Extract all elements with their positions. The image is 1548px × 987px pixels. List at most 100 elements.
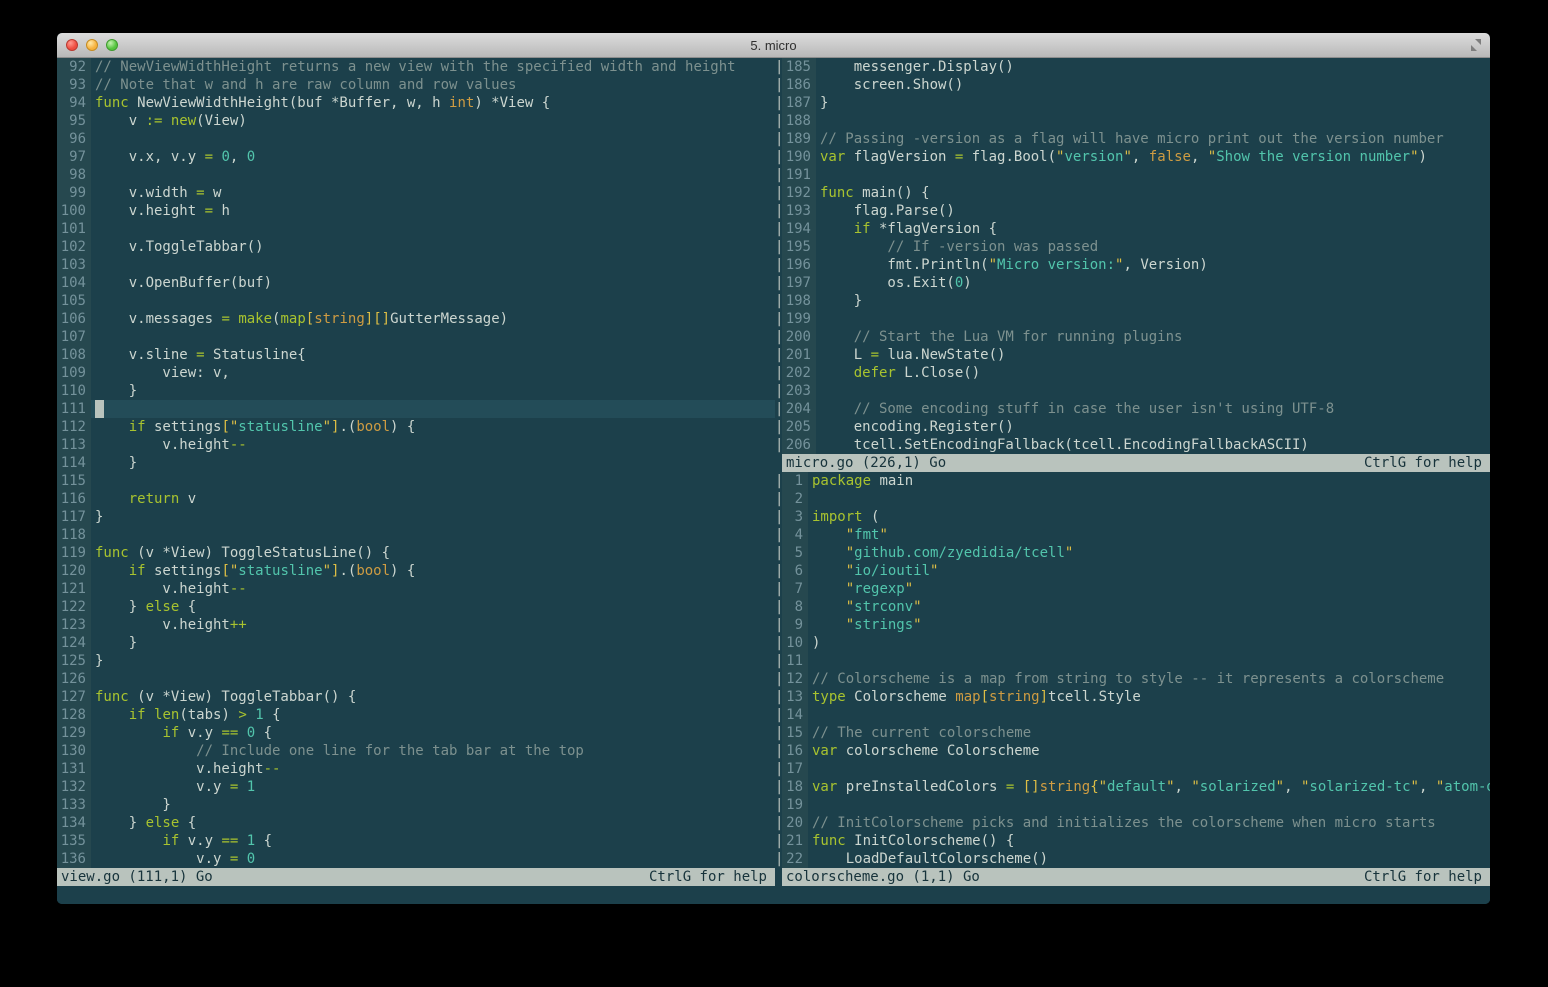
code-line[interactable]: 190var flagVersion = flag.Bool("version"… <box>775 148 1490 166</box>
code-line[interactable]: 186 screen.Show() <box>775 76 1490 94</box>
editor-pane-colorscheme-go[interactable]: 1package main23import (4 "fmt"5 "github.… <box>775 472 1490 868</box>
code-line[interactable]: 117} <box>57 508 775 526</box>
code-line[interactable]: 131 v.height-- <box>57 760 775 778</box>
command-bar[interactable] <box>57 886 1490 904</box>
code-line[interactable]: 128 if len(tabs) > 1 { <box>57 706 775 724</box>
code-line[interactable]: 197 os.Exit(0) <box>775 274 1490 292</box>
line-number: 20 <box>782 814 808 832</box>
code-line[interactable]: 126 <box>57 670 775 688</box>
code-line[interactable]: 114 } <box>57 454 775 472</box>
code-line[interactable]: 20// InitColorscheme picks and initializ… <box>775 814 1490 832</box>
code-line[interactable]: 195 // If -version was passed <box>775 238 1490 256</box>
code-line[interactable]: 106 v.messages = make(map[string][]Gutte… <box>57 310 775 328</box>
code-line[interactable]: 202 defer L.Close() <box>775 364 1490 382</box>
code-line[interactable]: 123 v.height++ <box>57 616 775 634</box>
code-line[interactable]: 3import ( <box>775 508 1490 526</box>
code-line[interactable]: 13type Colorscheme map[string]tcell.Styl… <box>775 688 1490 706</box>
code-line[interactable]: 198 } <box>775 292 1490 310</box>
code-line[interactable]: 134 } else { <box>57 814 775 832</box>
code-line[interactable]: 115 <box>57 472 775 490</box>
code-line[interactable]: 92// NewViewWidthHeight returns a new vi… <box>57 58 775 76</box>
code-line[interactable]: 12// Colorscheme is a map from string to… <box>775 670 1490 688</box>
code-line[interactable]: 116 return v <box>57 490 775 508</box>
code-line[interactable]: 189// Passing -version as a flag will ha… <box>775 130 1490 148</box>
code-line[interactable]: 2 <box>775 490 1490 508</box>
code-line[interactable]: 14 <box>775 706 1490 724</box>
code-line[interactable]: 119func (v *View) ToggleStatusLine() { <box>57 544 775 562</box>
title-bar[interactable]: 5. micro <box>57 33 1490 58</box>
code-line[interactable]: 188 <box>775 112 1490 130</box>
code-line[interactable]: 192func main() { <box>775 184 1490 202</box>
code-line[interactable]: 9 "strings" <box>775 616 1490 634</box>
editor-pane-view-go[interactable]: 92// NewViewWidthHeight returns a new vi… <box>57 58 775 868</box>
code-line[interactable]: 201 L = lua.NewState() <box>775 346 1490 364</box>
code-line[interactable]: 103 <box>57 256 775 274</box>
code-line[interactable]: 112 if settings["statusline"].(bool) { <box>57 418 775 436</box>
code-line[interactable]: 7 "regexp" <box>775 580 1490 598</box>
code-line[interactable]: 95 v := new(View) <box>57 112 775 130</box>
code-line[interactable]: 5 "github.com/zyedidia/tcell" <box>775 544 1490 562</box>
code-line[interactable]: 94func NewViewWidthHeight(buf *Buffer, w… <box>57 94 775 112</box>
code-text: tcell.SetEncodingFallback(tcell.Encoding… <box>816 436 1490 454</box>
resize-icon[interactable] <box>1468 37 1484 53</box>
code-line[interactable]: 8 "strconv" <box>775 598 1490 616</box>
code-line[interactable]: 206 tcell.SetEncodingFallback(tcell.Enco… <box>775 436 1490 454</box>
editor-pane-micro-go[interactable]: 185 messenger.Display()186 screen.Show()… <box>775 58 1490 454</box>
code-line[interactable]: 200 // Start the Lua VM for running plug… <box>775 328 1490 346</box>
code-line[interactable]: 205 encoding.Register() <box>775 418 1490 436</box>
code-line[interactable]: 19 <box>775 796 1490 814</box>
code-line[interactable]: 135 if v.y == 1 { <box>57 832 775 850</box>
code-line[interactable]: 111 <box>57 400 775 418</box>
code-line[interactable]: 16var colorscheme Colorscheme <box>775 742 1490 760</box>
code-line[interactable]: 124 } <box>57 634 775 652</box>
code-line[interactable]: 130 // Include one line for the tab bar … <box>57 742 775 760</box>
code-line[interactable]: 4 "fmt" <box>775 526 1490 544</box>
code-line[interactable]: 121 v.height-- <box>57 580 775 598</box>
code-line[interactable]: 113 v.height-- <box>57 436 775 454</box>
code-line[interactable]: 101 <box>57 220 775 238</box>
code-line[interactable]: 104 v.OpenBuffer(buf) <box>57 274 775 292</box>
code-line[interactable]: 11 <box>775 652 1490 670</box>
code-line[interactable]: 1package main <box>775 472 1490 490</box>
code-line[interactable]: 185 messenger.Display() <box>775 58 1490 76</box>
code-line[interactable]: 127func (v *View) ToggleTabbar() { <box>57 688 775 706</box>
code-line[interactable]: 102 v.ToggleTabbar() <box>57 238 775 256</box>
code-line[interactable]: 93// Note that w and h are raw column an… <box>57 76 775 94</box>
code-line[interactable]: 193 flag.Parse() <box>775 202 1490 220</box>
code-line[interactable]: 107 <box>57 328 775 346</box>
code-line[interactable]: 109 view: v, <box>57 364 775 382</box>
code-line[interactable]: 17 <box>775 760 1490 778</box>
code-line[interactable]: 132 v.y = 1 <box>57 778 775 796</box>
code-line[interactable]: 133 } <box>57 796 775 814</box>
code-line[interactable]: 108 v.sline = Statusline{ <box>57 346 775 364</box>
code-line[interactable]: 98 <box>57 166 775 184</box>
code-line[interactable]: 6 "io/ioutil" <box>775 562 1490 580</box>
code-text <box>808 652 1490 670</box>
code-line[interactable]: 187} <box>775 94 1490 112</box>
code-line[interactable]: 110 } <box>57 382 775 400</box>
code-line[interactable]: 125} <box>57 652 775 670</box>
code-line[interactable]: 191 <box>775 166 1490 184</box>
code-line[interactable]: 97 v.x, v.y = 0, 0 <box>57 148 775 166</box>
code-line[interactable]: 18var preInstalledColors = []string{"def… <box>775 778 1490 796</box>
code-line[interactable]: 204 // Some encoding stuff in case the u… <box>775 400 1490 418</box>
line-number: 97 <box>57 148 91 166</box>
line-number: 191 <box>782 166 816 184</box>
code-line[interactable]: 120 if settings["statusline"].(bool) { <box>57 562 775 580</box>
code-line[interactable]: 96 <box>57 130 775 148</box>
code-line[interactable]: 10) <box>775 634 1490 652</box>
code-line[interactable]: 105 <box>57 292 775 310</box>
code-line[interactable]: 136 v.y = 0 <box>57 850 775 868</box>
code-line[interactable]: 118 <box>57 526 775 544</box>
code-line[interactable]: 196 fmt.Println("Micro version:", Versio… <box>775 256 1490 274</box>
code-line[interactable]: 194 if *flagVersion { <box>775 220 1490 238</box>
code-line[interactable]: 15// The current colorscheme <box>775 724 1490 742</box>
code-line[interactable]: 129 if v.y == 0 { <box>57 724 775 742</box>
code-line[interactable]: 99 v.width = w <box>57 184 775 202</box>
code-line[interactable]: 100 v.height = h <box>57 202 775 220</box>
code-line[interactable]: 199 <box>775 310 1490 328</box>
code-line[interactable]: 21func InitColorscheme() { <box>775 832 1490 850</box>
code-line[interactable]: 122 } else { <box>57 598 775 616</box>
code-line[interactable]: 203 <box>775 382 1490 400</box>
code-line[interactable]: 22 LoadDefaultColorscheme() <box>775 850 1490 868</box>
